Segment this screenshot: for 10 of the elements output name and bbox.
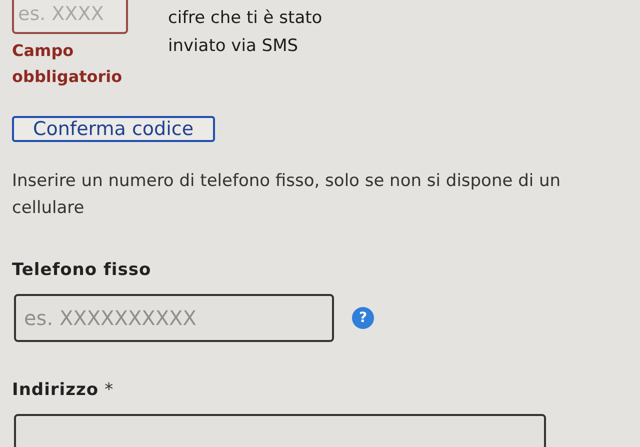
field-label: Telefono fisso [12,260,152,280]
error-message: Campo obbligatorio [12,40,124,88]
landline-note: Inserire un numero di telefono fisso, solo se non si dispone di un cellulare [12,170,562,220]
hint-text: cifre che ti è stato inviato via SMS [168,7,324,58]
help-icon[interactable]: ? [352,307,374,329]
landline-input-field[interactable]: es. XXXXXXXXXX [14,294,334,342]
confirm-code-button[interactable]: Conferma codice [12,116,215,142]
required-mark: * [104,380,114,400]
code-input-field[interactable]: es. XXXX [12,0,128,34]
field-label: Indirizzo [12,380,99,400]
